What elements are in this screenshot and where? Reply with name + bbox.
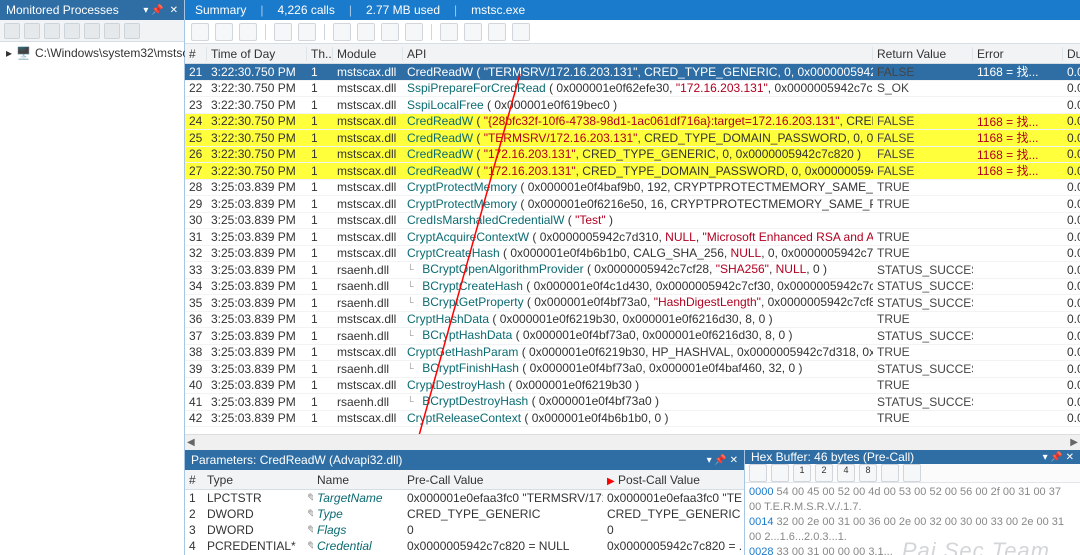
table-row[interactable]: 243:22:30.750 PM1mstscax.dllCredReadW ( … [185,114,1080,131]
pause-button[interactable] [44,23,60,39]
marker-button[interactable] [512,23,530,41]
call-count: 4,226 calls [277,3,334,17]
stop-button[interactable] [464,23,482,41]
find-button[interactable] [215,23,233,41]
filter-button[interactable] [440,23,458,41]
param-row[interactable]: 1LPCTSTR✎TargetName0x000001e0efaa3fc0 "T… [185,490,744,506]
col-thread[interactable]: Th... [307,47,333,61]
next-button[interactable] [903,464,921,482]
param-body[interactable]: 1LPCTSTR✎TargetName0x000001e0efaa3fc0 "T… [185,490,744,554]
table-row[interactable]: 323:25:03.839 PM1mstscax.dllCryptCreateH… [185,246,1080,263]
table-row[interactable]: 253:22:30.750 PM1mstscax.dllCredReadW ( … [185,130,1080,147]
left-pane-title: Monitored Processes ▾ 📌 ✕ [0,0,184,20]
target-exe: mstsc.exe [471,3,525,17]
table-row[interactable]: 293:25:03.839 PM1mstscax.dllCryptProtect… [185,196,1080,213]
table-row[interactable]: 233:22:30.750 PM1mstscax.dllSspiLocalFre… [185,97,1080,114]
down-button[interactable] [357,23,375,41]
col-dur[interactable]: Dura... [1063,47,1080,61]
pcol-pre[interactable]: Pre-Call Value [403,473,603,487]
table-row[interactable]: 393:25:03.839 PM1rsaenh.dll└ BCryptFinis… [185,361,1080,378]
clear-button[interactable] [488,23,506,41]
grid-hscroll[interactable]: ◀▶ [185,434,1080,450]
up-button[interactable] [333,23,351,41]
table-row[interactable]: 423:25:03.839 PM1mstscax.dllCryptRelease… [185,411,1080,428]
pcol-name[interactable]: Name [313,473,403,487]
table-row[interactable]: 313:25:03.839 PM1mstscax.dllCryptAcquire… [185,229,1080,246]
col-module[interactable]: Module [333,47,403,61]
find-button[interactable] [84,23,100,39]
copy-button[interactable] [771,464,789,482]
hex-line: 0000 54 00 45 00 52 00 4d 00 53 00 52 00… [749,485,1076,515]
mem-used: 2.77 MB used [366,3,440,17]
refresh-button[interactable] [64,23,80,39]
param-row[interactable]: 4PCREDENTIAL*✎Credential0x0000005942c7c8… [185,538,744,554]
left-pane-title-text: Monitored Processes [6,3,119,17]
main-toolbar [185,20,1080,44]
pcol-type[interactable]: Type [203,473,303,487]
table-row[interactable]: 353:25:03.839 PM1rsaenh.dll└ BCryptGetPr… [185,295,1080,312]
exe-icon: 🖥️ [16,46,31,60]
byte-2[interactable]: 2 [815,464,833,482]
table-row[interactable]: 413:25:03.839 PM1rsaenh.dll└ BCryptDestr… [185,394,1080,411]
process-row[interactable]: ▸ 🖥️ C:\Windows\system32\mstsc.exe [0,42,184,64]
options-button[interactable] [104,23,120,39]
record-button[interactable] [4,23,20,39]
byte-4[interactable]: 4 [837,464,855,482]
hex-title-bar: Hex Buffer: 46 bytes (Pre-Call) ▾ 📌 ✕ [745,450,1080,464]
close-icon[interactable]: ✕ [170,5,178,16]
param-header: # Type Name Pre-Call Value ▶ Post-Call V… [185,470,744,490]
table-row[interactable]: 273:22:30.750 PM1mstscax.dllCredReadW ( … [185,163,1080,180]
table-row[interactable]: 303:25:03.839 PM1mstscax.dllCredIsMarsha… [185,213,1080,230]
byte-1[interactable]: 1 [793,464,811,482]
table-row[interactable]: 343:25:03.839 PM1rsaenh.dll└ BCryptCreat… [185,279,1080,296]
watermark: Pai Sec Team [902,543,1050,555]
prev-button[interactable] [381,23,399,41]
pcol-post[interactable]: Post-Call Value [618,473,700,487]
col-num[interactable]: # [185,47,207,61]
hex-toolbar: 1 2 4 8 [745,464,1080,483]
table-row[interactable]: 213:22:30.750 PM1mstscax.dllCredReadW ( … [185,64,1080,81]
table-row[interactable]: 263:22:30.750 PM1mstscax.dllCredReadW ( … [185,147,1080,164]
save-button[interactable] [191,23,209,41]
prev-button[interactable] [881,464,899,482]
byte-8[interactable]: 8 [859,464,877,482]
summary-label[interactable]: Summary [195,3,246,17]
col-time[interactable]: Time of Day [207,47,307,61]
left-toolbar [0,20,184,42]
table-row[interactable]: 283:25:03.839 PM1mstscax.dllCryptProtect… [185,180,1080,197]
table-row[interactable]: 373:25:03.839 PM1rsaenh.dll└ BCryptHashD… [185,328,1080,345]
table-row[interactable]: 223:22:30.750 PM1mstscax.dllSspiPrepareF… [185,81,1080,98]
next-button[interactable] [405,23,423,41]
pin-icon[interactable]: ▾ 📌 ✕ [1043,452,1074,463]
minus-icon: ▸ [6,46,12,60]
hex-title: Hex Buffer: 46 bytes (Pre-Call) [751,450,914,464]
stop-button[interactable] [24,23,40,39]
param-title: Parameters: CredReadW (Advapi32.dll) [191,453,402,467]
col-err[interactable]: Error [973,47,1063,61]
col-api[interactable]: API [403,47,873,61]
param-title-bar: Parameters: CredReadW (Advapi32.dll) ▾ 📌… [185,450,744,470]
summary-bar: Summary | 4,226 calls | 2.77 MB used | m… [185,0,1080,20]
grid-button[interactable] [274,23,292,41]
table-row[interactable]: 363:25:03.839 PM1mstscax.dllCryptHashDat… [185,312,1080,329]
copy-button[interactable] [239,23,257,41]
save-button[interactable] [749,464,767,482]
pin-icon[interactable]: ▾ 📌 ✕ [707,455,738,466]
pcol-num[interactable]: # [185,473,203,487]
param-row[interactable]: 3DWORD✎Flags00 [185,522,744,538]
pin-icon[interactable]: ▾ 📌 [143,5,163,16]
grid-header: # Time of Day Th... Module API Return Va… [185,44,1080,64]
grid-body[interactable]: 213:22:30.750 PM1mstscax.dllCredReadW ( … [185,64,1080,434]
table-row[interactable]: 403:25:03.839 PM1mstscax.dllCryptDestroy… [185,378,1080,395]
param-row[interactable]: 2DWORD✎TypeCRED_TYPE_GENERICCRED_TYPE_GE… [185,506,744,522]
col-ret[interactable]: Return Value [873,47,973,61]
menu-button[interactable] [124,23,140,39]
hex-body[interactable]: Pai Sec Team 0000 54 00 45 00 52 00 4d 0… [745,483,1080,555]
table-row[interactable]: 333:25:03.839 PM1rsaenh.dll└ BCryptOpenA… [185,262,1080,279]
table-row[interactable]: 383:25:03.839 PM1mstscax.dllCryptGetHash… [185,345,1080,362]
tree-button[interactable] [298,23,316,41]
